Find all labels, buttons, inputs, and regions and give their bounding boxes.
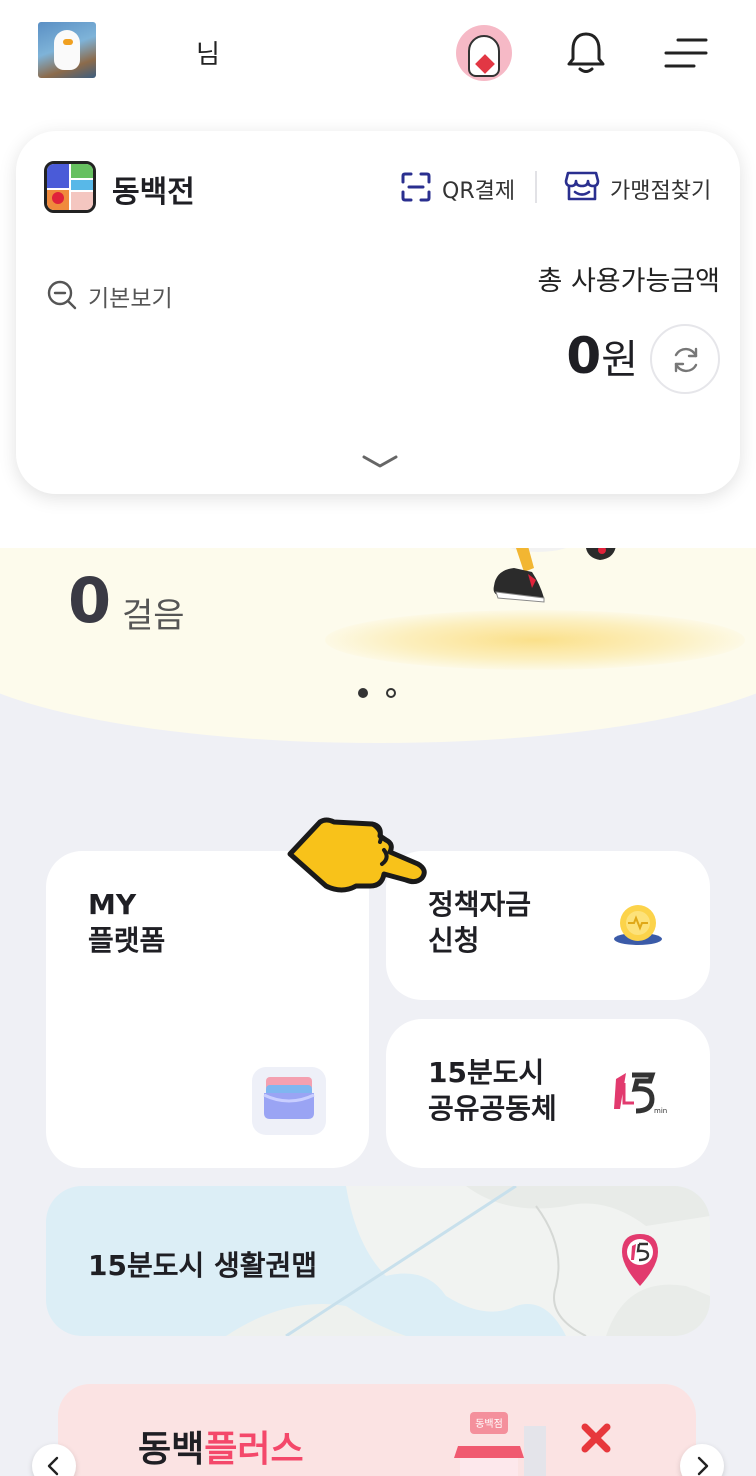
qr-scan-icon[interactable] xyxy=(400,171,432,203)
basic-view-toggle[interactable]: 기본보기 xyxy=(88,279,173,313)
qr-pay-button[interactable]: QR결제 xyxy=(442,173,515,205)
my-platform-title: MY 플랫폼 xyxy=(88,888,166,957)
dongbaek-plus-banner[interactable]: 동백플러스 동백점 xyxy=(58,1384,696,1476)
wallet-icon xyxy=(252,1067,326,1135)
life-map-tile[interactable]: 15분도시 생활권맵 xyxy=(46,1186,710,1336)
shop-illustration-icon: 동백점 xyxy=(454,1412,546,1476)
dongbaek-logo-icon xyxy=(44,161,96,213)
refresh-icon xyxy=(674,347,698,373)
pager-dot-2[interactable] xyxy=(386,688,396,698)
coin-icon xyxy=(614,905,662,945)
refresh-button[interactable] xyxy=(650,324,720,394)
close-x-icon[interactable] xyxy=(580,1422,612,1454)
store-icon[interactable] xyxy=(564,169,600,203)
policy-fund-tile[interactable]: 정책자금 신청 xyxy=(386,851,710,1000)
glow-decoration xyxy=(325,610,745,670)
divider xyxy=(535,171,537,203)
15min-logo-icon: min xyxy=(614,1072,667,1115)
balance-amount: 0원 xyxy=(566,327,638,385)
map-pin-icon xyxy=(622,1234,658,1286)
bell-icon[interactable] xyxy=(566,30,606,76)
life-map-title: 15분도시 생활권맵 xyxy=(88,1249,318,1282)
banner-title: 동백플러스 xyxy=(138,1429,304,1470)
menu-icon[interactable] xyxy=(664,34,708,72)
chevron-left-icon xyxy=(47,1456,59,1476)
15min-city-title: 15분도시 공유공동체 xyxy=(428,1056,557,1125)
shop-sign-text: 동백점 xyxy=(475,1418,503,1430)
pointing-hand-icon xyxy=(287,817,427,893)
chevron-right-icon xyxy=(697,1456,709,1476)
total-available-label: 총 사용가능금액 xyxy=(537,266,720,297)
carousel-next-button[interactable] xyxy=(680,1444,724,1476)
step-count: 0 xyxy=(68,564,112,637)
running-mascot-icon xyxy=(493,548,616,603)
steps-banner[interactable]: 0 걸음 xyxy=(0,548,756,744)
pager-dot-1[interactable] xyxy=(358,688,368,698)
user-name-label: 님 xyxy=(196,40,220,70)
15min-city-tile[interactable]: 15분도시 공유공동체 min xyxy=(386,1019,710,1168)
svg-text:min: min xyxy=(654,1107,667,1115)
brand-title: 동백전 xyxy=(112,175,195,210)
app-header: 님 xyxy=(0,0,756,110)
profile-photo[interactable] xyxy=(38,22,96,78)
chevron-down-icon[interactable] xyxy=(360,451,400,473)
character-avatar[interactable] xyxy=(456,25,512,81)
find-store-button[interactable]: 가맹점찾기 xyxy=(610,173,711,205)
policy-fund-title: 정책자금 신청 xyxy=(428,888,532,957)
wallet-card: 동백전 QR결제 가맹점찾기 기본보기 총 사용가능금액 0원 xyxy=(16,131,740,494)
zoom-out-icon[interactable] xyxy=(46,279,78,311)
step-unit: 걸음 xyxy=(122,596,185,636)
